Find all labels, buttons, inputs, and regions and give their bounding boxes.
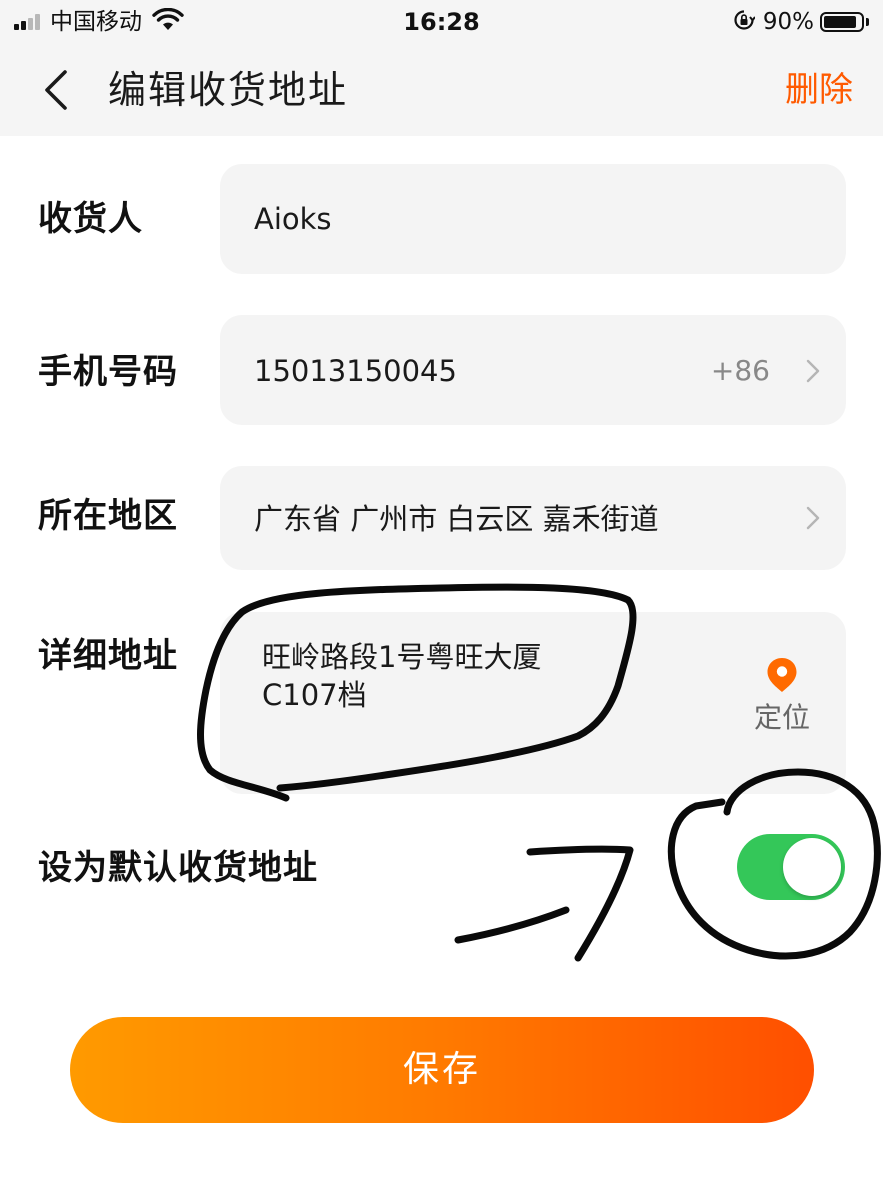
battery-cap [866, 18, 869, 26]
recipient-value: Aioks [254, 202, 332, 236]
annotation-arrow-head [526, 845, 634, 962]
address-line-2: C107档 [262, 678, 367, 712]
region-row: 所在地区 广东省 广州市 白云区 嘉禾街道 [0, 466, 883, 570]
default-address-toggle[interactable] [737, 834, 845, 900]
back-button[interactable] [30, 64, 82, 116]
save-button[interactable]: 保存 [70, 1017, 814, 1123]
region-label: 所在地区 [38, 496, 178, 536]
chevron-right-icon [806, 359, 820, 383]
phone-input[interactable]: 15013150045 +86 [220, 315, 846, 425]
nav-bar: 编辑收货地址 删除 [0, 44, 883, 136]
phone-value: 15013150045 [254, 354, 457, 388]
address-line-1: 旺岭路段1号粤旺大厦 [262, 640, 542, 674]
default-address-label: 设为默认收货地址 [38, 848, 318, 888]
chevron-left-icon [45, 70, 67, 110]
battery-percent: 90% [762, 9, 814, 35]
address-row: 详细地址 旺岭路段1号粤旺大厦 C107档 定位 [0, 612, 883, 794]
page-title: 编辑收货地址 [108, 68, 349, 112]
status-bar: 中国移动 16:28 90% [0, 0, 883, 44]
region-selector[interactable]: 广东省 广州市 白云区 嘉禾街道 [220, 466, 846, 570]
phone-label: 手机号码 [38, 352, 178, 392]
phone-row: 手机号码 15013150045 +86 [0, 315, 883, 425]
orientation-lock-icon [733, 9, 756, 35]
status-right: 90% [733, 6, 869, 38]
toggle-knob [783, 838, 841, 896]
battery-fill [824, 16, 856, 28]
locate-label: 定位 [753, 701, 810, 734]
battery-icon [820, 12, 864, 32]
chevron-right-icon [806, 506, 820, 530]
address-value: 旺岭路段1号粤旺大厦 C107档 [262, 638, 662, 714]
address-label: 详细地址 [38, 636, 178, 676]
region-value: 广东省 广州市 白云区 嘉禾街道 [254, 502, 659, 536]
recipient-row: 收货人 Aioks [0, 164, 883, 274]
recipient-label: 收货人 [38, 199, 143, 239]
location-pin-icon [767, 658, 797, 692]
annotation-arrow-shaft [454, 906, 570, 944]
country-code-selector[interactable]: +86 [711, 351, 770, 391]
address-textarea[interactable]: 旺岭路段1号粤旺大厦 C107档 定位 [220, 612, 846, 794]
recipient-input[interactable]: Aioks [220, 164, 846, 274]
delete-button[interactable]: 删除 [785, 62, 853, 118]
locate-button[interactable]: 定位 [746, 656, 818, 738]
